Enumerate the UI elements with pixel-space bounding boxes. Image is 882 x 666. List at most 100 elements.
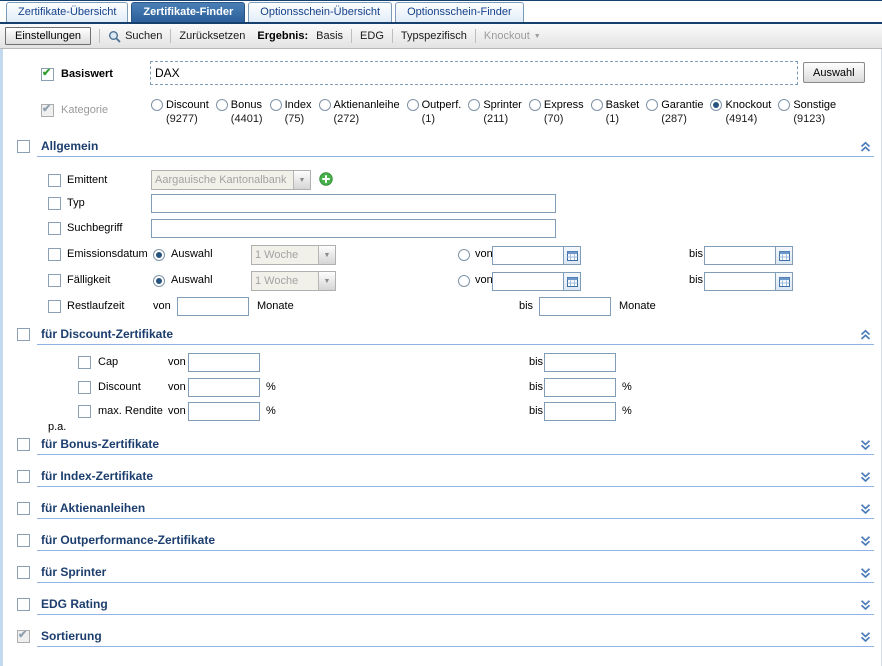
kategorie-option-sonstige[interactable]: Sonstige (9123) xyxy=(778,99,836,125)
kategorie-option-discount[interactable]: Discount (9277) xyxy=(151,99,209,125)
calendar-icon[interactable] xyxy=(564,246,581,265)
suchbegriff-input[interactable] xyxy=(151,219,556,238)
calendar-icon[interactable] xyxy=(564,272,581,291)
emissionsdatum-checkbox[interactable] xyxy=(48,248,61,261)
ergebnis-typspezifisch-button[interactable]: Typspezifisch xyxy=(401,30,467,42)
cap-von-input[interactable] xyxy=(188,353,260,372)
calendar-icon[interactable] xyxy=(776,246,793,265)
discount-bis-input[interactable] xyxy=(544,378,616,397)
radio-knockout[interactable] xyxy=(710,99,722,111)
emissionsdatum-auswahl-radio[interactable] xyxy=(153,249,165,261)
collapse-up-icon[interactable] xyxy=(859,141,872,153)
kategorie-option-knockout[interactable]: Knockout (4914) xyxy=(710,99,771,125)
auswahl-button[interactable]: Auswahl xyxy=(803,62,865,83)
von-label: von xyxy=(168,405,186,417)
date-input[interactable] xyxy=(492,246,564,265)
expand-down-icon[interactable] xyxy=(859,567,872,579)
expand-down-icon[interactable] xyxy=(859,471,872,483)
faelligkeit-von-radio[interactable] xyxy=(458,275,470,287)
faelligkeit-auswahl-radio[interactable] xyxy=(153,275,165,287)
faelligkeit-checkbox[interactable] xyxy=(48,274,61,287)
discount-checkbox[interactable] xyxy=(78,381,91,394)
dropdown-arrow-icon: ▼ xyxy=(318,246,335,264)
date-input[interactable] xyxy=(492,272,564,291)
kategorie-option-basket[interactable]: Basket (1) xyxy=(591,99,640,125)
tab-optionsschein-finder[interactable]: Optionsschein-Finder xyxy=(395,2,524,22)
section-header-discount: für Discount-Zertifikate xyxy=(17,327,874,345)
tab-zertifikate-uebersicht[interactable]: Zertifikate-Übersicht xyxy=(6,2,128,22)
option-label: Garantie xyxy=(661,99,703,111)
toolbar: Einstellungen Suchen Zurücksetzen Ergebn… xyxy=(0,24,882,49)
expand-down-icon[interactable] xyxy=(859,535,872,547)
einstellungen-button[interactable]: Einstellungen xyxy=(5,27,91,45)
kategorie-options: Discount (9277) Bonus (4401) Index (75) … xyxy=(151,99,869,125)
cap-bis-input[interactable] xyxy=(544,353,616,372)
sprinter-section-checkbox[interactable] xyxy=(17,566,30,579)
basiswert-input[interactable] xyxy=(150,61,798,85)
zuruecksetzen-button[interactable]: Zurücksetzen xyxy=(179,30,245,42)
kategorie-option-garantie[interactable]: Garantie (287) xyxy=(646,99,703,125)
discount-section-checkbox[interactable] xyxy=(17,328,30,341)
aktienanleihen-section-checkbox[interactable] xyxy=(17,502,30,515)
kategorie-option-index[interactable]: Index (75) xyxy=(270,99,312,125)
option-count: (1) xyxy=(422,113,462,125)
date-input[interactable] xyxy=(704,246,776,265)
tab-zertifikate-finder[interactable]: Zertifikate-Finder xyxy=(131,2,245,22)
expand-down-icon[interactable] xyxy=(859,439,872,451)
expand-down-icon[interactable] xyxy=(859,599,872,611)
expand-down-icon[interactable] xyxy=(859,631,872,643)
rendite-checkbox[interactable] xyxy=(78,405,91,418)
rendite-bis-input[interactable] xyxy=(544,402,616,421)
kategorie-option-bonus[interactable]: Bonus (4401) xyxy=(216,99,263,125)
typ-checkbox[interactable] xyxy=(48,197,61,210)
outperformance-section-checkbox[interactable] xyxy=(17,534,30,547)
basiswert-checkbox[interactable] xyxy=(41,68,54,81)
typ-input[interactable] xyxy=(151,194,556,213)
collapse-up-icon[interactable] xyxy=(859,329,872,341)
restlaufzeit-bis-input[interactable] xyxy=(539,297,611,316)
option-label: Aktienanleihe xyxy=(334,99,400,111)
radio-sprinter[interactable] xyxy=(468,99,480,111)
kategorie-option-aktienanleihe[interactable]: Aktienanleihe (272) xyxy=(319,99,400,125)
ergebnis-edg-button[interactable]: EDG xyxy=(360,30,384,42)
radio-express[interactable] xyxy=(529,99,541,111)
restlaufzeit-von-input[interactable] xyxy=(177,297,249,316)
rendite-von-input[interactable] xyxy=(188,402,260,421)
radio-outperf[interactable] xyxy=(407,99,419,111)
radio-sonstige[interactable] xyxy=(778,99,790,111)
add-emittent-icon[interactable] xyxy=(319,172,333,186)
restlaufzeit-label: Restlaufzeit xyxy=(67,300,124,312)
allgemein-checkbox[interactable] xyxy=(17,140,30,153)
emittent-checkbox[interactable] xyxy=(48,174,61,187)
date-input[interactable] xyxy=(704,272,776,291)
discount-von-input[interactable] xyxy=(188,378,260,397)
restlaufzeit-checkbox[interactable] xyxy=(48,300,61,313)
radio-garantie[interactable] xyxy=(646,99,658,111)
bonus-section-checkbox[interactable] xyxy=(17,438,30,451)
toolbar-separator xyxy=(170,29,171,43)
ergebnis-basis-button[interactable]: Basis xyxy=(316,30,343,42)
radio-index[interactable] xyxy=(270,99,282,111)
expand-down-icon[interactable] xyxy=(859,503,872,515)
calendar-icon[interactable] xyxy=(776,272,793,291)
suchbegriff-checkbox[interactable] xyxy=(48,222,61,235)
tab-optionsschein-uebersicht[interactable]: Optionsschein-Übersicht xyxy=(248,2,392,22)
kategorie-option-sprinter[interactable]: Sprinter (211) xyxy=(468,99,522,125)
index-section-checkbox[interactable] xyxy=(17,470,30,483)
radio-basket[interactable] xyxy=(591,99,603,111)
discount-label: Discount xyxy=(98,381,141,393)
suchen-button[interactable]: Suchen xyxy=(108,30,162,43)
radio-discount[interactable] xyxy=(151,99,163,111)
toolbar-separator xyxy=(392,29,393,43)
dropdown-arrow-icon: ▼ xyxy=(293,171,310,189)
radio-aktienanleihe[interactable] xyxy=(319,99,331,111)
option-count: (287) xyxy=(661,113,703,125)
emissionsdatum-von-radio[interactable] xyxy=(458,249,470,261)
cap-checkbox[interactable] xyxy=(78,356,91,369)
kategorie-option-outperf[interactable]: Outperf. (1) xyxy=(407,99,462,125)
radio-bonus[interactable] xyxy=(216,99,228,111)
kategorie-option-express[interactable]: Express (70) xyxy=(529,99,584,125)
edg-rating-section-checkbox[interactable] xyxy=(17,598,30,611)
bis-label: bis xyxy=(689,274,703,286)
section-header-sortierung: Sortierung xyxy=(17,629,874,647)
